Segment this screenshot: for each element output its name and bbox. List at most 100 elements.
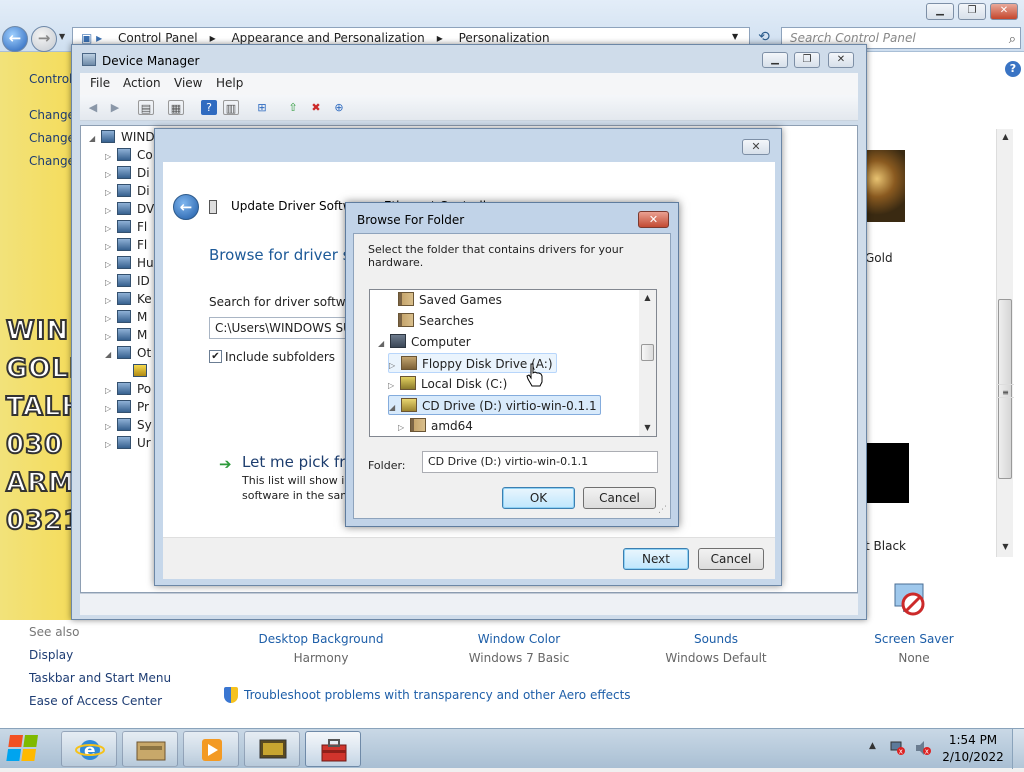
device-category[interactable]: ▷ M (105, 308, 147, 326)
menu-file[interactable]: File (90, 76, 110, 90)
folder-field[interactable]: CD Drive (D:) virtio-win-0.1.1 (422, 451, 658, 473)
see-also-ease-of-access-link[interactable]: Ease of Access Center (29, 694, 162, 708)
taskbar-media-player[interactable] (183, 731, 239, 767)
sounds-item[interactable]: Sounds Windows Default (641, 632, 791, 665)
scroll-up-icon[interactable]: ▲ (997, 129, 1014, 145)
maximize-button[interactable]: ❐ (958, 3, 986, 20)
device-category[interactable]: ▷ ID (105, 272, 150, 290)
properties-view-icon[interactable]: ▤ (138, 100, 154, 115)
resize-grip-icon[interactable]: ⋰ (658, 505, 667, 515)
scroll-up-icon[interactable]: ▲ (639, 290, 656, 306)
folder-tree-item[interactable]: ◢ Computer (378, 332, 471, 352)
help-book-icon[interactable]: ? (201, 100, 217, 115)
window-color-title[interactable]: Window Color (444, 632, 594, 646)
include-subfolders-label[interactable]: Include subfolders (225, 350, 335, 364)
screen-saver-icon[interactable] (891, 580, 929, 620)
breadcrumb-item[interactable]: Personalization (459, 31, 550, 45)
device-category[interactable]: ▷ M (105, 326, 147, 344)
device-category[interactable]: ▷ Fl (105, 218, 147, 236)
scroll-down-icon[interactable]: ▼ (639, 420, 656, 436)
device-category[interactable]: ▷ Pr (105, 398, 149, 416)
dm-minimize-button[interactable]: ▁ (762, 52, 788, 68)
device-category[interactable]: ▷ Hu (105, 254, 154, 272)
taskbar-toolbox[interactable] (305, 731, 361, 767)
desktop-background-item[interactable]: Desktop Background Harmony (246, 632, 396, 665)
desktop-background-title[interactable]: Desktop Background (246, 632, 396, 646)
screen-saver-item[interactable]: Screen Saver None (839, 632, 989, 665)
device-category[interactable]: ▷ DV (105, 200, 154, 218)
wizard-back-button[interactable]: ← (173, 194, 199, 220)
forward-arrow-icon[interactable]: ▶ (107, 100, 123, 115)
show-desktop-button[interactable] (1012, 729, 1024, 769)
sidebar-link[interactable]: Change (29, 154, 75, 168)
search-icon[interactable]: ⌕ (1009, 30, 1016, 50)
clock-date[interactable]: 2/10/2022 (940, 750, 1006, 764)
network-error-icon[interactable]: x (890, 740, 906, 756)
breadcrumb-item[interactable]: Control Panel (118, 31, 198, 45)
close-button[interactable]: ✕ (990, 3, 1018, 20)
device-category[interactable]: ▷ Po (105, 380, 151, 398)
expanded-icon[interactable]: ◢ (389, 398, 401, 418)
theme-black-thumbnail[interactable] (865, 443, 909, 503)
include-subfolders-checkbox[interactable]: ✔ (209, 350, 222, 363)
recent-pages-chevron-icon[interactable]: ▼ (59, 32, 65, 41)
troubleshoot-link[interactable]: Troubleshoot problems with transparency … (244, 688, 631, 702)
address-dropdown-icon[interactable]: ▼ (732, 32, 738, 41)
sidebar-link[interactable]: Change (29, 131, 75, 145)
wizard-close-button[interactable]: ✕ (742, 139, 770, 155)
tree-root[interactable]: ◢ WIND (89, 128, 155, 146)
list-view-icon[interactable]: ▦ (168, 100, 184, 115)
folder-tree-item[interactable]: ▷ amd64 (398, 416, 473, 436)
disable-device-icon[interactable]: ⊕ (331, 100, 347, 115)
scroll-thumb[interactable] (641, 344, 654, 361)
forward-button[interactable]: → (31, 26, 57, 52)
sidebar-link[interactable]: Control (29, 72, 72, 86)
menu-help[interactable]: Help (216, 76, 243, 90)
collapsed-icon[interactable]: ▷ (388, 376, 400, 396)
window-color-item[interactable]: Window Color Windows 7 Basic (444, 632, 594, 665)
start-button[interactable] (4, 729, 52, 769)
taskbar-control-panel[interactable] (244, 731, 300, 767)
folder-tree-item[interactable]: ▷ Local Disk (C:) (388, 374, 507, 394)
device-category[interactable]: ▷ Di (105, 164, 150, 182)
breadcrumb-item[interactable]: Appearance and Personalization (231, 31, 424, 45)
update-driver-icon[interactable]: ⇧ (285, 100, 301, 115)
dm-maximize-button[interactable]: ❐ (794, 52, 820, 68)
scan-hardware-icon[interactable]: ⊞ (254, 100, 270, 115)
collapsed-icon[interactable]: ▷ (105, 436, 117, 454)
sounds-title[interactable]: Sounds (641, 632, 791, 646)
folder-tree[interactable]: Saved Games Searches ◢ Computer ▷ Floppy D… (369, 289, 657, 437)
see-also-taskbar-link[interactable]: Taskbar and Start Menu (29, 671, 171, 685)
ok-button[interactable]: OK (502, 487, 575, 509)
dialog-close-button[interactable]: ✕ (638, 211, 669, 228)
menu-view[interactable]: View (174, 76, 202, 90)
folder-tree-item-selected[interactable]: ◢ CD Drive (D:) virtio-win-0.1.1 (388, 395, 601, 415)
folder-tree-item[interactable]: Searches (398, 311, 474, 331)
collapsed-icon[interactable]: ▷ (398, 418, 410, 436)
see-also-display-link[interactable]: Display (29, 648, 73, 662)
folder-tree-scrollbar[interactable]: ▲ ▼ (639, 290, 656, 436)
device-category[interactable] (121, 362, 153, 380)
device-category[interactable]: ▷ Ur (105, 434, 151, 452)
back-arrow-icon[interactable]: ◀ (85, 100, 101, 115)
screen-saver-title[interactable]: Screen Saver (839, 632, 989, 646)
properties-icon[interactable]: ▥ (223, 100, 239, 115)
help-icon[interactable]: ? (1005, 61, 1021, 77)
theme-list-scrollbar[interactable]: ▲ ≡ ▼ (996, 129, 1014, 557)
dialog-cancel-button[interactable]: Cancel (583, 487, 656, 509)
device-category[interactable]: ▷ Di (105, 182, 150, 200)
taskbar-file-manager[interactable] (122, 731, 178, 767)
expanded-icon[interactable]: ◢ (89, 130, 101, 148)
expanded-icon[interactable]: ◢ (378, 334, 390, 354)
device-category[interactable]: ▷ Co (105, 146, 153, 164)
sidebar-link[interactable]: Change (29, 108, 75, 122)
device-category[interactable]: ▷ Fl (105, 236, 147, 254)
device-category[interactable]: ▷ Sy (105, 416, 152, 434)
uninstall-device-icon[interactable]: ✖ (308, 100, 324, 115)
minimize-button[interactable]: ▁ (926, 3, 954, 20)
taskbar-ie[interactable]: e (61, 731, 117, 767)
next-button[interactable]: Next (623, 548, 689, 570)
theme-gold-thumbnail[interactable] (865, 150, 905, 222)
menu-action[interactable]: Action (123, 76, 161, 90)
folder-tree-item[interactable]: Saved Games (398, 290, 502, 310)
